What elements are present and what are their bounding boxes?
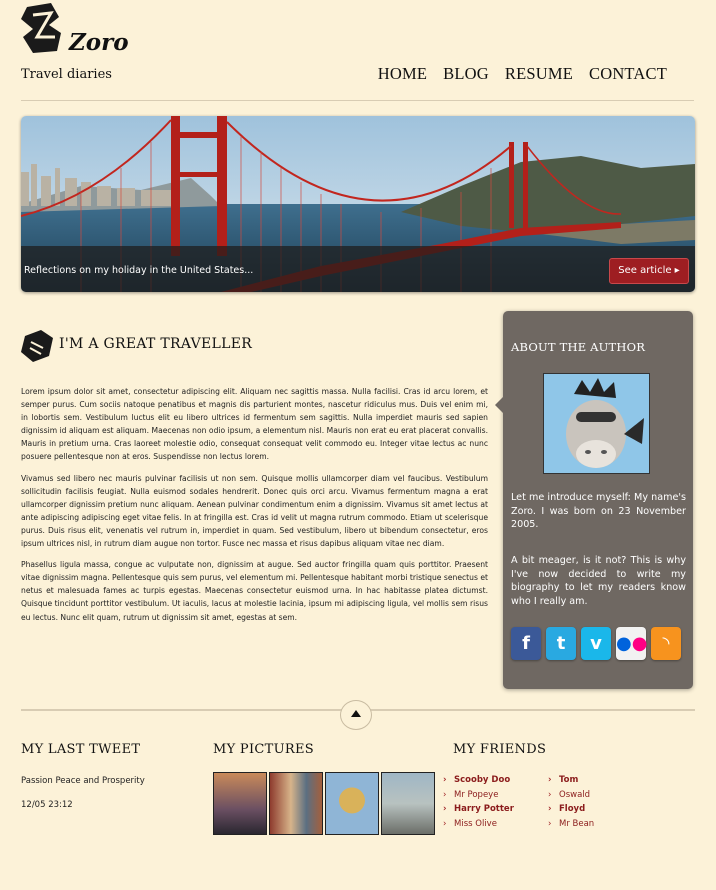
vimeo-icon[interactable]: v bbox=[581, 627, 611, 660]
my-friends-title: MY FRIENDS bbox=[453, 742, 547, 757]
hero-banner: Reflections on my holiday in the United … bbox=[21, 116, 695, 292]
my-pictures-title: MY PICTURES bbox=[213, 742, 314, 757]
see-article-button[interactable]: See article ▸ bbox=[609, 258, 689, 284]
picture-thumbnail[interactable] bbox=[325, 772, 379, 835]
social-links: f t v ●● ◝ bbox=[511, 627, 681, 660]
author-avatar-image bbox=[544, 374, 649, 473]
friend-link[interactable]: Mr Popeye bbox=[443, 788, 514, 803]
friend-link[interactable]: Oswald bbox=[548, 788, 594, 803]
article-paragraph: Vivamus sed libero nec mauris pulvinar f… bbox=[21, 473, 488, 549]
picture-thumbnail[interactable] bbox=[381, 772, 435, 835]
friends-list-right: Tom Oswald Floyd Mr Bean bbox=[548, 773, 594, 831]
site-logo[interactable]: Zoro bbox=[21, 3, 151, 58]
last-tweet-title: MY LAST TWEET bbox=[21, 742, 141, 757]
main-nav: HOME BLOG RESUME CONTACT bbox=[378, 64, 667, 84]
article-body: Lorem ipsum dolor sit amet, consectetur … bbox=[21, 385, 488, 632]
hero-caption: Reflections on my holiday in the United … bbox=[24, 265, 254, 276]
article-title: I'M A GREAT TRAVELLER bbox=[59, 336, 253, 352]
friend-link[interactable]: Harry Potter bbox=[443, 802, 514, 817]
friend-link[interactable]: Tom bbox=[548, 773, 594, 788]
nav-home-link[interactable]: HOME bbox=[378, 64, 427, 84]
picture-thumbnail[interactable] bbox=[269, 772, 323, 835]
twitter-icon[interactable]: t bbox=[546, 627, 576, 660]
article-badge-icon bbox=[21, 330, 53, 362]
author-bio-teaser: A bit meager, is it not? This is why I'v… bbox=[511, 555, 686, 607]
tweet-text: Passion Peace and Prosperity bbox=[21, 776, 145, 786]
tweet-timestamp: 12/05 23:12 bbox=[21, 800, 73, 810]
nav-contact-link[interactable]: CONTACT bbox=[589, 64, 667, 84]
panel-pointer bbox=[495, 397, 503, 413]
site-tagline: Travel diaries bbox=[21, 67, 112, 82]
flickr-icon[interactable]: ●● bbox=[616, 627, 647, 660]
friend-link[interactable]: Floyd bbox=[548, 802, 594, 817]
rss-icon[interactable]: ◝ bbox=[651, 627, 681, 660]
nav-blog-link[interactable]: BLOG bbox=[443, 64, 489, 84]
scroll-top-button[interactable] bbox=[340, 700, 372, 730]
about-author-panel: ABOUT THE AUTHOR Let me introduce myself… bbox=[495, 311, 693, 689]
author-avatar bbox=[543, 373, 650, 474]
friends-list-left: Scooby Doo Mr Popeye Harry Potter Miss O… bbox=[443, 773, 514, 831]
facebook-icon[interactable]: f bbox=[511, 627, 541, 660]
friend-link[interactable]: Mr Bean bbox=[548, 817, 594, 832]
friend-link[interactable]: Scooby Doo bbox=[443, 773, 514, 788]
author-intro: Let me introduce myself: My name's Zoro.… bbox=[511, 492, 686, 530]
picture-gallery bbox=[213, 772, 435, 835]
nav-resume-link[interactable]: RESUME bbox=[505, 64, 573, 84]
picture-thumbnail[interactable] bbox=[213, 772, 267, 835]
article-paragraph: Lorem ipsum dolor sit amet, consectetur … bbox=[21, 387, 488, 462]
about-author-title: ABOUT THE AUTHOR bbox=[511, 340, 646, 354]
friend-link[interactable]: Miss Olive bbox=[443, 817, 514, 832]
logo-mark-icon bbox=[21, 3, 61, 53]
article-paragraph: Phasellus ligula massa, congue ac vulput… bbox=[21, 560, 488, 622]
header-divider bbox=[21, 100, 694, 101]
logo-text: Zoro bbox=[69, 29, 129, 56]
